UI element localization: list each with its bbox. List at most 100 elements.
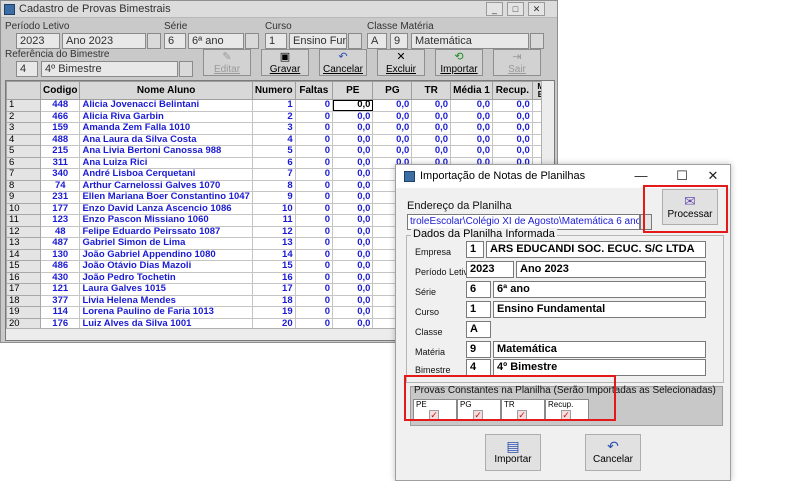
curso-dlg-code[interactable]: 1: [466, 301, 491, 318]
grade-cell[interactable]: 0,0: [332, 214, 374, 227]
faltas-cell[interactable]: 0: [294, 156, 334, 169]
table-row[interactable]: 4 488 Ana Laura da Silva Costa 4 0 0,0 0,0 0,0 0…: [6, 133, 554, 146]
codigo-cell[interactable]: 215: [40, 145, 81, 158]
nome-aluno-cell[interactable]: Amanda Zem Falla 1010: [79, 122, 253, 135]
grade-cell[interactable]: 0,0: [332, 110, 374, 123]
grade-cell[interactable]: 0,0: [372, 110, 413, 123]
codigo-cell[interactable]: 159: [40, 122, 81, 135]
cancelar-button[interactable]: ↶ Cancelar: [319, 49, 367, 76]
grid-header-4[interactable]: Faltas: [294, 81, 334, 100]
bimestre-dlg-code[interactable]: 4: [466, 359, 491, 376]
nome-aluno-cell[interactable]: Arthur Carnelossi Galves 1070: [79, 179, 253, 192]
codigo-cell[interactable]: 340: [40, 168, 81, 181]
numero-cell[interactable]: 8: [251, 179, 296, 192]
editar-button[interactable]: ✎ Editar: [203, 49, 251, 76]
grid-header-2[interactable]: Nome Aluno: [79, 81, 253, 100]
minimize-icon[interactable]: _: [486, 2, 503, 16]
grade-cell[interactable]: 0,0: [492, 133, 533, 146]
nome-aluno-cell[interactable]: Enzo David Lanza Ascencio 1086: [79, 202, 253, 215]
gravar-button[interactable]: ▣ Gravar: [261, 49, 309, 76]
curso-lookup-button[interactable]: [348, 33, 362, 49]
nome-aluno-cell[interactable]: João Pedro Tochetin: [79, 271, 253, 284]
grade-cell[interactable]: 0,0: [450, 122, 493, 135]
grade-cell[interactable]: 0,0: [332, 99, 374, 112]
faltas-cell[interactable]: 0: [294, 145, 334, 158]
periodo-dlg-code[interactable]: 2023: [466, 261, 514, 278]
periodo-dlg-name[interactable]: Ano 2023: [516, 261, 706, 278]
numero-cell[interactable]: 13: [251, 237, 296, 250]
grade-cell[interactable]: 0,0: [332, 237, 374, 250]
serie-dlg-name[interactable]: 6ª ano: [493, 281, 706, 298]
codigo-cell[interactable]: 487: [40, 237, 81, 250]
numero-cell[interactable]: 16: [251, 271, 296, 284]
faltas-cell[interactable]: 0: [294, 99, 334, 112]
nome-aluno-cell[interactable]: João Gabriel Appendino 1080: [79, 248, 253, 261]
codigo-cell[interactable]: 48: [40, 225, 81, 238]
grade-cell[interactable]: 0,0: [332, 260, 374, 273]
faltas-cell[interactable]: 0: [294, 179, 334, 192]
grid-header-5[interactable]: PE: [332, 81, 374, 100]
codigo-cell[interactable]: 377: [40, 294, 81, 307]
numero-cell[interactable]: 3: [251, 122, 296, 135]
grade-cell[interactable]: 0,0: [332, 306, 374, 319]
numero-cell[interactable]: 5: [251, 145, 296, 158]
numero-cell[interactable]: 14: [251, 248, 296, 261]
table-row[interactable]: 2 466 Alicia Riva Garbin 2 0 0,0 0,0 0,0 0,0 0,0: [6, 110, 554, 123]
faltas-cell[interactable]: 0: [294, 283, 334, 296]
numero-cell[interactable]: 7: [251, 168, 296, 181]
periodo-lookup-button[interactable]: [147, 33, 161, 49]
grade-cell[interactable]: 0,0: [332, 133, 374, 146]
grid-header-8[interactable]: Média 1: [450, 81, 493, 100]
serie-name-field[interactable]: 6ª ano: [188, 33, 244, 49]
faltas-cell[interactable]: 0: [294, 133, 334, 146]
dialog-maximize-icon[interactable]: ☐: [668, 167, 696, 185]
numero-cell[interactable]: 9: [251, 191, 296, 204]
serie-code-field[interactable]: 6: [164, 33, 186, 49]
codigo-cell[interactable]: 466: [40, 110, 81, 123]
grade-cell[interactable]: 0,0: [332, 294, 374, 307]
grade-cell[interactable]: 0,0: [332, 225, 374, 238]
grade-cell[interactable]: 0,0: [450, 110, 493, 123]
nome-aluno-cell[interactable]: Livia Helena Mendes: [79, 294, 253, 307]
grade-cell[interactable]: 0,0: [332, 202, 374, 215]
grid-header-1[interactable]: Codigo: [40, 81, 81, 100]
grade-cell[interactable]: 0,0: [411, 145, 452, 158]
numero-cell[interactable]: 12: [251, 225, 296, 238]
grade-cell[interactable]: 0,0: [332, 283, 374, 296]
numero-cell[interactable]: 11: [251, 214, 296, 227]
codigo-cell[interactable]: 231: [40, 191, 81, 204]
serie-dlg-code[interactable]: 6: [466, 281, 491, 298]
maximize-icon[interactable]: □: [507, 2, 524, 16]
dialog-cancelar-button[interactable]: ↶ Cancelar: [585, 434, 641, 471]
grade-cell[interactable]: 0,0: [332, 179, 374, 192]
grade-cell[interactable]: 0,0: [450, 145, 493, 158]
grade-cell[interactable]: 0,0: [450, 133, 493, 146]
codigo-cell[interactable]: 486: [40, 260, 81, 273]
grid-header-6[interactable]: PG: [372, 81, 413, 100]
importar-button[interactable]: ⟲ Importar: [435, 49, 483, 76]
numero-cell[interactable]: 10: [251, 202, 296, 215]
table-row[interactable]: 5 215 Ana Livia Bertoni Canossa 988 5 0 0,0 0,…: [6, 145, 554, 158]
numero-cell[interactable]: 4: [251, 133, 296, 146]
grade-cell[interactable]: 0,0: [332, 122, 374, 135]
classe-field[interactable]: A: [367, 33, 387, 49]
faltas-cell[interactable]: 0: [294, 294, 334, 307]
dialog-close-icon[interactable]: ✕: [699, 167, 727, 185]
faltas-cell[interactable]: 0: [294, 110, 334, 123]
codigo-cell[interactable]: 114: [40, 306, 81, 319]
grid-header-7[interactable]: TR: [411, 81, 452, 100]
grid-header-9[interactable]: Recup.: [492, 81, 533, 100]
grade-cell[interactable]: 0,0: [372, 122, 413, 135]
codigo-cell[interactable]: 448: [40, 99, 81, 112]
nome-aluno-cell[interactable]: Gabriel Simon de Lima: [79, 237, 253, 250]
empresa-code[interactable]: 1: [466, 241, 484, 258]
nome-aluno-cell[interactable]: Felipe Eduardo Peirssato 1087: [79, 225, 253, 238]
nome-aluno-cell[interactable]: Lorena Paulino de Faria 1013: [79, 306, 253, 319]
periodo-name-field[interactable]: Ano 2023: [62, 33, 146, 49]
nome-aluno-cell[interactable]: Ana Livia Bertoni Canossa 988: [79, 145, 253, 158]
faltas-cell[interactable]: 0: [294, 306, 334, 319]
numero-cell[interactable]: 6: [251, 156, 296, 169]
bimestre-lookup-button[interactable]: [179, 61, 193, 77]
bimestre-name-field[interactable]: 4º Bimestre: [41, 61, 178, 77]
codigo-cell[interactable]: 130: [40, 248, 81, 261]
